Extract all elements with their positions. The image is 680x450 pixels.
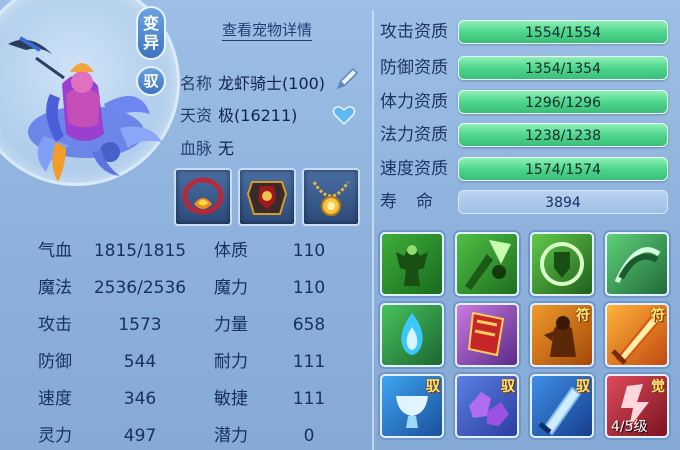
mutation-tag[interactable]: 变异 (136, 6, 166, 60)
stat-value-attack: 1573 (118, 315, 162, 335)
pet-name-label: 名称 (180, 74, 213, 93)
armor-icon (246, 181, 288, 215)
skill-badge-yu: 驭 (576, 379, 590, 395)
stat-value-constitution: 110 (292, 241, 326, 261)
pet-name-value: 龙虾骑士(100) (218, 74, 326, 93)
gold-necklace-icon (312, 181, 350, 216)
stat-label-endurance: 耐力 (214, 352, 248, 372)
pet-bloodline-row: 血脉无 (180, 135, 234, 159)
skill-slot-7[interactable]: 符 (530, 303, 594, 367)
pet-left-panel: 变异 驭 查看宠物详情 名称龙虾骑士(100) 天资极(16211) 血脉无 (0, 0, 372, 450)
aptitude-bar-defense: 1354/1354 (458, 56, 668, 80)
pet-bloodline-label: 血脉 (180, 139, 213, 158)
skill-slot-4[interactable] (605, 232, 669, 296)
stat-label-hp: 气血 (38, 241, 72, 261)
aptitude-bar-attack: 1554/1554 (458, 20, 668, 44)
green-warrior-icon (396, 244, 428, 286)
skill-slot-8[interactable]: 符 (605, 303, 669, 367)
favorite-heart-icon[interactable] (332, 104, 356, 126)
equipment-slot-3[interactable] (302, 168, 360, 226)
pet-name-row: 名称 龙虾骑士(100) (180, 70, 325, 94)
skill-slot-1[interactable] (380, 232, 444, 296)
skill-slot-6[interactable] (455, 303, 519, 367)
skill-level-text: 4/5级 (611, 419, 648, 435)
stat-label-magic: 魔力 (214, 278, 248, 298)
stat-value-magic: 110 (292, 278, 326, 298)
stat-value-potential: 0 (303, 426, 315, 446)
stat-label-defense: 防御 (38, 352, 72, 372)
pet-talent-value: 极(16211) (218, 106, 298, 125)
stat-label-strength: 力量 (214, 315, 248, 335)
skill-slot-9[interactable]: 驭 (380, 374, 444, 438)
equipment-slot-2[interactable] (238, 168, 296, 226)
stat-value-spirit: 497 (123, 426, 157, 446)
pet-talent-row: 天资 极(16211) (180, 102, 297, 126)
aptitude-label-attack: 攻击资质 (380, 22, 448, 42)
fire-necklace-icon (182, 177, 224, 215)
aptitude-label-speed: 速度资质 (380, 159, 448, 179)
skill-slot-3[interactable] (530, 232, 594, 296)
stat-label-spirit: 灵力 (38, 426, 72, 446)
skill-slot-11[interactable]: 驭 (530, 374, 594, 438)
skill-slot-10[interactable]: 驭 (455, 374, 519, 438)
stat-value-agility: 111 (292, 389, 326, 409)
aptitude-label-mana: 法力资质 (380, 125, 448, 145)
aptitude-bar-stamina: 1296/1296 (458, 90, 668, 114)
panel-divider (372, 10, 374, 450)
pet-info-panel: 变异 驭 查看宠物详情 名称龙虾骑士(100) 天资极(16211) 血脉无 (0, 0, 680, 450)
stat-label-potential: 潜力 (214, 426, 248, 446)
skill-slot-2[interactable] (455, 232, 519, 296)
stat-label-constitution: 体质 (214, 241, 248, 261)
stat-value-mana: 2536/2536 (93, 278, 187, 298)
lifespan-bar: 3894 (458, 190, 668, 214)
stat-value-strength: 658 (292, 315, 326, 335)
aptitude-bar-mana: 1238/1238 (458, 123, 668, 147)
blue-flame-icon (401, 313, 423, 355)
equipment-slot-1[interactable] (174, 168, 232, 226)
aptitude-label-defense: 防御资质 (380, 58, 448, 78)
skill-badge-rune: 符 (651, 308, 665, 324)
green-shield-icon (540, 242, 584, 286)
stat-value-endurance: 111 (292, 352, 326, 372)
red-banner-icon (467, 311, 505, 357)
view-pet-details-link[interactable]: 查看宠物详情 (222, 20, 313, 41)
aptitude-label-stamina: 体力资质 (380, 92, 448, 112)
stat-value-hp: 1815/1815 (93, 241, 187, 261)
stat-label-agility: 敏捷 (214, 389, 248, 409)
green-claw-icon (614, 247, 661, 284)
stat-value-speed: 346 (123, 389, 157, 409)
yu-tag[interactable]: 驭 (136, 66, 166, 96)
stat-value-defense: 544 (123, 352, 157, 372)
green-strike-icon (465, 240, 511, 290)
stat-label-attack: 攻击 (38, 315, 72, 335)
stat-label-speed: 速度 (38, 389, 72, 409)
skill-badge-yu: 驭 (501, 379, 515, 395)
skill-badge-rune: 符 (576, 308, 590, 324)
aptitude-bar-speed: 1574/1574 (458, 157, 668, 181)
skill-badge-awaken: 觉 (651, 379, 665, 395)
lifespan-label: 寿命 (380, 192, 452, 212)
rename-pen-icon[interactable] (334, 66, 360, 92)
pet-bloodline-value: 无 (218, 139, 235, 158)
skill-slot-12[interactable]: 觉 4/5级 (605, 374, 669, 438)
pet-talent-label: 天资 (180, 106, 213, 125)
skill-slot-5[interactable] (380, 303, 444, 367)
skill-badge-yu: 驭 (426, 379, 440, 395)
stat-label-mana: 魔法 (38, 278, 72, 298)
